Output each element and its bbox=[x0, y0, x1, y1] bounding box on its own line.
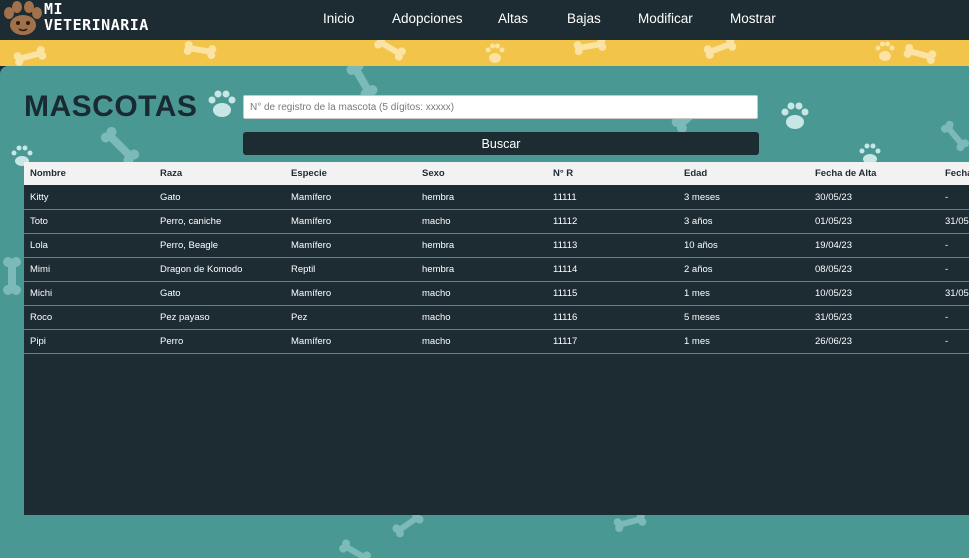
nav-altas[interactable]: Altas bbox=[498, 11, 528, 26]
nav-inicio[interactable]: Inicio bbox=[323, 11, 355, 26]
paw-logo-icon bbox=[4, 1, 42, 35]
table-cell: - bbox=[945, 312, 949, 323]
search-input[interactable] bbox=[243, 95, 758, 119]
table-cell: 11115 bbox=[553, 288, 578, 299]
table-cell: macho bbox=[422, 336, 451, 347]
table-cell: 3 meses bbox=[684, 192, 720, 203]
table-row: Toto Perro, caniche Mamífero macho 11112 3 añ… bbox=[24, 209, 969, 234]
table-cell: 3 años bbox=[684, 216, 713, 227]
table-cell: 2 años bbox=[684, 264, 713, 275]
column-header: Fecha de Alta bbox=[815, 168, 877, 179]
table-cell: hembra bbox=[422, 264, 455, 275]
table-cell: 10/05/23 bbox=[815, 288, 852, 299]
table-cell: 30/05/23 bbox=[815, 192, 852, 203]
brand-name: MI VETERINARIA bbox=[44, 1, 149, 33]
nav-bajas[interactable]: Bajas bbox=[567, 11, 601, 26]
page-title: MASCOTAS bbox=[24, 90, 198, 123]
table-cell: 31/05 bbox=[945, 216, 969, 227]
table-cell: 5 meses bbox=[684, 312, 720, 323]
bone-decoration bbox=[13, 40, 937, 66]
table-cell: Perro bbox=[160, 336, 184, 347]
column-header: Fecha bbox=[945, 168, 969, 179]
table-cell: Perro, Beagle bbox=[160, 240, 219, 251]
table-cell: Pipi bbox=[30, 336, 46, 347]
column-header: Especie bbox=[291, 168, 327, 179]
table-cell: 11116 bbox=[553, 312, 578, 323]
table-cell: Gato bbox=[160, 192, 181, 203]
table-cell: Mamífero bbox=[291, 192, 332, 203]
table-cell: macho bbox=[422, 288, 451, 299]
table-cell: - bbox=[945, 264, 949, 275]
search-button[interactable]: Buscar bbox=[243, 132, 759, 155]
table-cell: 31/05 bbox=[945, 288, 969, 299]
table-cell: Mamífero bbox=[291, 216, 332, 227]
table-cell: 10 años bbox=[684, 240, 718, 251]
table-cell: 11111 bbox=[553, 192, 577, 203]
table-cell: 1 mes bbox=[684, 288, 710, 299]
table-row: Michi Gato Mamífero macho 11115 1 mes 10/05/23… bbox=[24, 281, 969, 306]
decorative-band bbox=[0, 40, 969, 66]
table-cell: - bbox=[945, 336, 949, 347]
table-cell: Kitty bbox=[30, 192, 49, 203]
table-cell: - bbox=[945, 240, 949, 251]
nav-adopciones[interactable]: Adopciones bbox=[392, 11, 463, 26]
pets-table: Nombre Raza Especie Sexo N° R Edad Fecha… bbox=[24, 162, 969, 515]
table-row: Lola Perro, Beagle Mamífero hembra 11113 10 a… bbox=[24, 233, 969, 258]
table-cell: Perro, caniche bbox=[160, 216, 222, 227]
table-cell: Gato bbox=[160, 288, 181, 299]
table-cell: hembra bbox=[422, 192, 455, 203]
table-cell: Lola bbox=[30, 240, 48, 251]
table-cell: Mamífero bbox=[291, 336, 332, 347]
column-header: Sexo bbox=[422, 168, 445, 179]
brand-line1: MI bbox=[44, 0, 64, 18]
table-cell: 1 mes bbox=[684, 336, 710, 347]
table-cell: 01/05/23 bbox=[815, 216, 852, 227]
table-cell: Roco bbox=[30, 312, 53, 323]
table-cell: 31/05/23 bbox=[815, 312, 852, 323]
table-cell: Mamífero bbox=[291, 240, 332, 251]
table-cell: Dragon de Komodo bbox=[160, 264, 243, 275]
table-cell: 11117 bbox=[553, 336, 578, 347]
brand-logo[interactable]: MI VETERINARIA bbox=[3, 0, 153, 38]
table-row: Roco Pez payaso Pez macho 11116 5 meses 31/05/… bbox=[24, 305, 969, 330]
column-header: Raza bbox=[160, 168, 183, 179]
table-header: Nombre Raza Especie Sexo N° R Edad Fecha… bbox=[24, 162, 969, 185]
table-cell: hembra bbox=[422, 240, 455, 251]
table-cell: Mamífero bbox=[291, 288, 332, 299]
table-row: Mimi Dragon de Komodo Reptil hembra 11114 2 a… bbox=[24, 257, 969, 282]
table-cell: macho bbox=[422, 312, 451, 323]
table-cell: Pez payaso bbox=[160, 312, 210, 323]
table-cell: macho bbox=[422, 216, 451, 227]
column-header: Nombre bbox=[30, 168, 66, 179]
table-cell: - bbox=[945, 192, 949, 203]
table-cell: Reptil bbox=[291, 264, 316, 275]
table-cell: 11114 bbox=[553, 264, 578, 275]
table-row: Pipi Perro Mamífero macho 11117 1 mes 26/06/23… bbox=[24, 329, 969, 354]
nav-modificar[interactable]: Modificar bbox=[638, 11, 693, 26]
column-header: N° R bbox=[553, 168, 574, 179]
top-nav: MI VETERINARIA Inicio Adopciones Altas B… bbox=[0, 0, 969, 40]
table-cell: 08/05/23 bbox=[815, 264, 852, 275]
table-cell: 11113 bbox=[553, 240, 578, 251]
table-cell: 19/04/23 bbox=[815, 240, 852, 251]
nav-mostrar[interactable]: Mostrar bbox=[730, 11, 776, 26]
table-row: Kitty Gato Mamífero hembra 11111 3 meses 30/05… bbox=[24, 185, 969, 210]
table-cell: Toto bbox=[30, 216, 48, 227]
column-header: Edad bbox=[684, 168, 708, 179]
table-cell: 26/06/23 bbox=[815, 336, 852, 347]
table-cell: 11112 bbox=[553, 216, 578, 227]
brand-line2: VETERINARIA bbox=[44, 16, 149, 34]
table-cell: Pez bbox=[291, 312, 308, 323]
table-cell: Mimi bbox=[30, 264, 51, 275]
table-cell: Michi bbox=[30, 288, 53, 299]
